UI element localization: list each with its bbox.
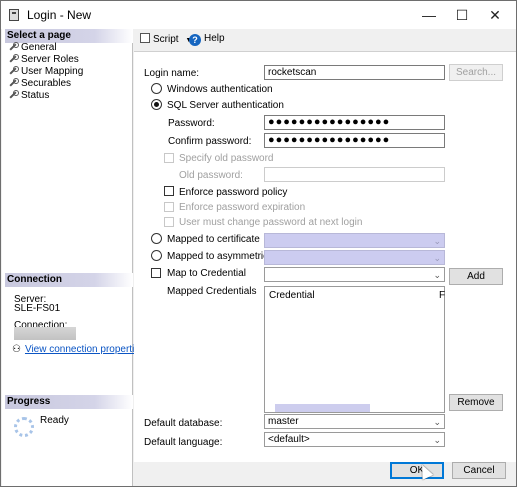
page-item-label: Status [21, 90, 50, 101]
page-item-label: Server Roles [21, 54, 79, 65]
default-language-value: <default> [268, 434, 310, 445]
cancel-button[interactable]: Cancel [452, 462, 506, 479]
help-button[interactable]: ? Help [189, 33, 225, 46]
windows-auth-label: Windows authentication [167, 84, 273, 95]
enforce-expiration-checkbox[interactable] [164, 202, 174, 212]
connection-header: Connection [5, 273, 133, 287]
script-icon [140, 33, 150, 43]
must-change-label: User must change password at next login [179, 217, 363, 228]
connection-value-redacted [14, 327, 76, 340]
mapped-asym-key-radio[interactable] [151, 250, 162, 261]
confirm-password-input[interactable]: ●●●●●●●●●●●●●●●● [264, 133, 445, 148]
default-database-label: Default database: [144, 418, 223, 429]
page-item-server-roles[interactable]: Server Roles [8, 54, 79, 66]
mapped-credentials-list[interactable]: Credential F [264, 286, 445, 413]
enforce-expiration-label: Enforce password expiration [179, 202, 306, 213]
credential-select[interactable]: ⌄ [264, 267, 445, 282]
page-item-label: Securables [21, 78, 72, 89]
default-language-label: Default language: [144, 437, 223, 448]
credential-column-header[interactable]: Credential [269, 290, 315, 301]
page-item-label: General [21, 42, 57, 53]
chevron-down-icon: ⌄ [433, 236, 441, 246]
confirm-password-label: Confirm password: [168, 136, 252, 147]
password-label: Password: [168, 118, 215, 129]
wrench-icon [8, 78, 19, 87]
toolbar: Script ▼ ?Help [134, 29, 516, 49]
page-item-user-mapping[interactable]: User Mapping [8, 66, 83, 78]
right-panel: Script ▼ ?Help Login name: rocketscan Se… [134, 29, 516, 486]
page-item-status[interactable]: Status [8, 90, 49, 102]
certificate-select[interactable]: ⌄ [264, 233, 445, 248]
page-item-label: User Mapping [21, 66, 84, 77]
help-label: Help [204, 33, 225, 44]
wrench-icon [8, 54, 19, 63]
title-bar: Login - New — ☐ ✕ [1, 1, 516, 29]
mapped-cert-label: Mapped to certificate [167, 234, 260, 245]
progress-spinner-icon [14, 417, 34, 437]
default-language-select[interactable]: <default> ⌄ [264, 432, 445, 447]
must-change-checkbox[interactable] [164, 217, 174, 227]
wrench-icon [8, 66, 19, 75]
windows-auth-radio[interactable] [151, 83, 162, 94]
specify-old-password-label: Specify old password [179, 153, 274, 164]
old-password-input[interactable] [264, 167, 445, 182]
maximize-button[interactable]: ☐ [445, 1, 479, 29]
left-panel: Select a page General Server Roles User … [2, 29, 145, 486]
login-name-label: Login name: [144, 68, 200, 79]
sql-auth-radio[interactable] [151, 99, 162, 110]
enforce-policy-checkbox[interactable] [164, 186, 174, 196]
map-credential-checkbox[interactable] [151, 268, 161, 278]
progress-status: Ready [40, 415, 69, 426]
map-credential-label: Map to Credential [167, 268, 246, 279]
server-value: SLE-FS01 [14, 303, 61, 314]
view-connection-properties-link[interactable]: View connection properties [25, 344, 145, 355]
mapped-cert-radio[interactable] [151, 233, 162, 244]
old-password-label: Old password: [179, 170, 243, 181]
ok-button[interactable]: OK [390, 462, 444, 479]
page-item-securables[interactable]: Securables [8, 78, 71, 90]
provider-column-header[interactable]: F [439, 290, 445, 301]
default-database-select[interactable]: master ⌄ [264, 414, 445, 429]
help-icon: ? [189, 34, 201, 46]
close-button[interactable]: ✕ [478, 1, 512, 29]
chevron-down-icon: ⌄ [433, 435, 441, 445]
specify-old-password-checkbox[interactable] [164, 153, 174, 163]
sql-auth-label: SQL Server authentication [167, 100, 284, 111]
view-connection-properties[interactable]: ⚇ View connection properties [12, 344, 145, 355]
wrench-icon [8, 42, 19, 51]
login-name-input[interactable]: rocketscan [264, 65, 445, 80]
remove-button[interactable]: Remove [449, 394, 503, 411]
script-button[interactable]: Script ▼ [140, 33, 192, 45]
search-button[interactable]: Search... [449, 64, 503, 81]
progress-header: Progress [5, 395, 133, 409]
app-icon [9, 9, 19, 21]
asymmetric-key-select[interactable]: ⌄ [264, 250, 445, 265]
chevron-down-icon: ⌄ [433, 270, 441, 280]
wrench-icon [8, 90, 19, 99]
page-item-general[interactable]: General [8, 42, 57, 54]
mapped-credentials-label: Mapped Credentials [167, 286, 257, 297]
password-input[interactable]: ●●●●●●●●●●●●●●●● [264, 115, 445, 130]
chevron-down-icon: ⌄ [433, 253, 441, 263]
login-new-dialog: Login - New — ☐ ✕ Select a page General … [0, 0, 517, 487]
chevron-down-icon: ⌄ [433, 417, 441, 427]
add-button[interactable]: Add [449, 268, 503, 285]
horizontal-scrollbar[interactable] [275, 404, 370, 412]
general-page: Login name: rocketscan Search... Windows… [134, 52, 516, 462]
window-title: Login - New [27, 8, 92, 22]
enforce-policy-label: Enforce password policy [179, 187, 288, 198]
script-label: Script [153, 34, 179, 45]
minimize-button[interactable]: — [412, 1, 446, 29]
default-database-value: master [268, 416, 299, 427]
select-page-header: Select a page [5, 29, 133, 43]
connection-properties-icon: ⚇ [12, 344, 21, 355]
